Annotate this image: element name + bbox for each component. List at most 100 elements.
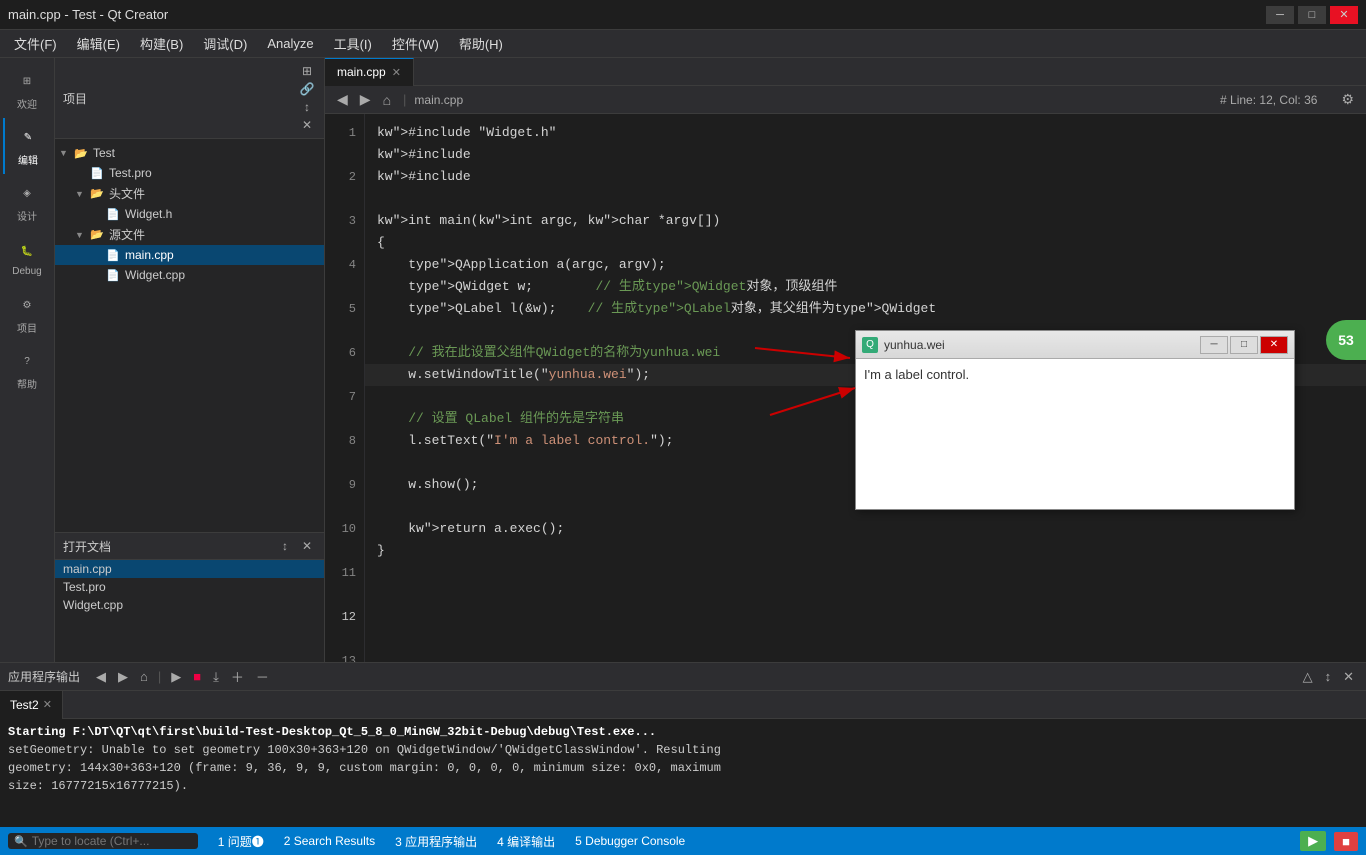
open-docs-header: 打开文档 ↕ ✕: [55, 533, 324, 560]
open-doc-item-maincpp[interactable]: main.cpp: [55, 560, 324, 578]
popup-close-btn[interactable]: ✕: [1260, 336, 1288, 354]
output-panel-header: 应用程序输出 ◀ ▶ ⌂ | ▶ ■ ⤓ ＋ － △ ↕ ✕: [0, 663, 1366, 691]
line-num-4: 4: [325, 254, 356, 276]
output-run-btn[interactable]: ▶: [167, 667, 185, 687]
output-nav-back-btn[interactable]: ◀: [92, 667, 110, 687]
minimize-button[interactable]: ─: [1266, 6, 1294, 24]
line-num-6: 6: [325, 342, 356, 364]
output-home-btn[interactable]: ⌂: [136, 667, 152, 686]
project-link-btn[interactable]: 🔗: [298, 80, 316, 98]
sidebar-icons: ⊞欢迎✎编辑◈设计🐛Debug⚙项目?帮助: [0, 58, 55, 662]
sidebar-icon-edit[interactable]: ✎编辑: [3, 118, 51, 174]
output-plus-btn[interactable]: ＋: [227, 665, 248, 688]
sidebar-icon-welcome[interactable]: ⊞欢迎: [3, 62, 51, 118]
output-expand-btn[interactable]: △: [1299, 667, 1317, 687]
tree-item-sources[interactable]: ▼📂源文件: [55, 224, 324, 245]
search-icon: 🔍: [14, 835, 28, 848]
tree-label-testpro: Test.pro: [109, 166, 152, 180]
sidebar-icon-project[interactable]: ⚙项目: [3, 286, 51, 342]
output-minus-btn[interactable]: －: [252, 665, 273, 688]
menu-item-controls[interactable]: 控件(W): [382, 30, 449, 57]
nav-back-btn[interactable]: ◀: [333, 89, 352, 110]
window-controls: ─ □ ✕: [1266, 6, 1358, 24]
project-close-btn[interactable]: ✕: [298, 116, 316, 134]
tab-close-icon[interactable]: ✕: [392, 66, 401, 79]
popup-title: yunhua.wei: [884, 338, 1200, 352]
project-expand-btn[interactable]: ↕: [298, 98, 316, 116]
menu-item-file[interactable]: 文件(F): [4, 30, 67, 57]
status-item-debugconsole[interactable]: 5 Debugger Console: [567, 834, 693, 848]
search-input[interactable]: [32, 834, 192, 848]
code-line-2: kw">#include: [377, 144, 1354, 166]
tree-item-root[interactable]: ▼📂Test: [55, 143, 324, 163]
popup-minimize-btn[interactable]: ─: [1200, 336, 1228, 354]
code-line-20: }: [377, 540, 1354, 562]
line-num-13: 13: [325, 650, 356, 662]
output-panel-expand2-btn[interactable]: ↕: [1321, 667, 1336, 687]
status-bar: 🔍 1 问题❶ 2 Search Results 3 应用程序输出4 编译输出 5 D…: [0, 827, 1366, 855]
open-docs-expand-btn[interactable]: ↕: [276, 537, 294, 555]
sidebar-icon-design[interactable]: ◈设计: [3, 174, 51, 230]
open-doc-label-maincpp: main.cpp: [63, 562, 112, 576]
output-panel-close-btn[interactable]: ✕: [1339, 667, 1358, 687]
tree-item-headers[interactable]: ▼📂头文件: [55, 183, 324, 204]
edit-icon: ✎: [16, 125, 40, 149]
open-docs-list: main.cpp Test.proWidget.cpp: [55, 560, 324, 614]
output-tab-test2[interactable]: Test2 ✕: [0, 691, 63, 719]
green-badge: 53: [1326, 320, 1366, 360]
tree-icon-widgeth: 📄: [105, 206, 121, 222]
output-line-line1: Starting F:\DT\QT\qt\first\build-Test-De…: [8, 723, 1358, 741]
menu-item-tools[interactable]: 工具(I): [324, 30, 382, 57]
tree-item-widgetcpp[interactable]: 📄Widget.cpp: [55, 265, 324, 285]
tree-item-maincpp[interactable]: 📄main.cpp: [55, 245, 324, 265]
status-stop-btn[interactable]: ■: [1334, 832, 1358, 851]
menu-item-build[interactable]: 构建(B): [130, 30, 193, 57]
menu-item-debug[interactable]: 调试(D): [193, 30, 257, 57]
output-nav-fwd-btn[interactable]: ▶: [114, 667, 132, 687]
sidebar-icon-debug[interactable]: 🐛Debug: [3, 230, 51, 286]
code-line-4: [377, 188, 1354, 210]
status-item-problems[interactable]: 1 问题❶: [210, 833, 272, 850]
line-num-12: 12: [325, 606, 356, 628]
project-filter-btn[interactable]: ⊞: [298, 62, 316, 80]
sidebar-icon-help[interactable]: ?帮助: [3, 342, 51, 398]
title-bar: main.cpp - Test - Qt Creator ─ □ ✕: [0, 0, 1366, 30]
line-num-3: 3: [325, 210, 356, 232]
welcome-label: 欢迎: [17, 96, 37, 111]
popup-maximize-btn[interactable]: □: [1230, 336, 1258, 354]
project-header-tools: ⊞ 🔗 ↕ ✕: [298, 62, 316, 134]
project-tree: ▼📂Test📄Test.pro▼📂头文件📄Widget.h▼📂源文件📄main.…: [55, 139, 324, 532]
maximize-button[interactable]: □: [1298, 6, 1326, 24]
output-tab-close[interactable]: ✕: [43, 698, 52, 711]
line-num-11: 11: [325, 562, 356, 584]
output-scroll-btn[interactable]: ⤓: [209, 667, 223, 687]
menu-item-edit[interactable]: 编辑(E): [67, 30, 130, 57]
menu-item-help[interactable]: 帮助(H): [449, 30, 513, 57]
open-docs-close-btn[interactable]: ✕: [298, 537, 316, 555]
nav-fwd-btn[interactable]: ▶: [356, 89, 375, 110]
status-item-buildout[interactable]: 4 编译输出: [489, 833, 563, 850]
status-run-btn[interactable]: ▶: [1300, 831, 1326, 851]
tree-arrow-sources: ▼: [75, 230, 89, 240]
nav-home-btn[interactable]: ⌂: [379, 90, 395, 110]
green-badge-value: 53: [1338, 332, 1354, 348]
open-docs-panel: 打开文档 ↕ ✕ main.cpp Test.proWidget.cpp: [55, 532, 324, 662]
current-file-label: main.cpp: [414, 93, 463, 107]
code-line-9: type">QLabel l(&w); // 生成type">QLabel对象，…: [377, 298, 1354, 320]
open-docs-title: 打开文档: [63, 538, 111, 555]
output-tabs: Test2 ✕: [0, 691, 1366, 719]
tree-item-testpro[interactable]: 📄Test.pro: [55, 163, 324, 183]
popup-window: Q yunhua.wei ─ □ ✕ I'm a label control.: [855, 330, 1295, 510]
status-item-search[interactable]: 2 Search Results: [276, 834, 383, 848]
open-doc-item-widgetcpp[interactable]: Widget.cpp: [55, 596, 324, 614]
tab-maincpp[interactable]: main.cpp ✕: [325, 58, 414, 86]
close-button[interactable]: ✕: [1330, 6, 1358, 24]
open-doc-item-testpro[interactable]: Test.pro: [55, 578, 324, 596]
tree-item-widgeth[interactable]: 📄Widget.h: [55, 204, 324, 224]
menu-item-analyze[interactable]: Analyze: [257, 32, 323, 55]
output-stop-btn[interactable]: ■: [189, 667, 205, 686]
project-icon: ⚙: [15, 293, 39, 317]
status-item-appout[interactable]: 3 应用程序输出: [387, 833, 485, 850]
popup-titlebar: Q yunhua.wei ─ □ ✕: [856, 331, 1294, 359]
toolbar-settings-btn[interactable]: ⚙: [1337, 89, 1358, 110]
